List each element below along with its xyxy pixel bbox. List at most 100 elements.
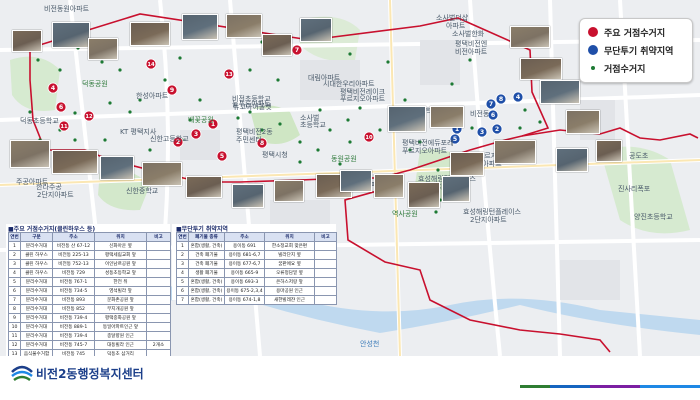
table-cell: 비전동 893	[52, 295, 95, 305]
site-photo	[232, 184, 264, 208]
table-body: 1 분리수거대 비전동 산 67-12 신화아운 옆 2 클린 하우스 비전동 225-13…	[8, 241, 171, 368]
table-cell: 건축 폐기물	[188, 259, 225, 269]
table-cell: 오류정담밑 옆	[264, 268, 315, 278]
collection-point-dot	[348, 140, 352, 144]
collection-point-dot	[198, 98, 202, 102]
collection-point-dot	[163, 78, 167, 82]
place-label: 덕동초등학교	[20, 117, 59, 125]
place-label: 주민센터	[236, 136, 262, 144]
table-row: 12 분리수거대 비전동 745-7 대동빌라 인근 2개소	[8, 340, 171, 350]
collection-point-dot	[108, 101, 112, 105]
table-cell: 용이동 665-9	[224, 268, 265, 278]
site-photo	[450, 152, 484, 176]
table-cell: 분리수거대	[20, 241, 53, 251]
collection-point-dot	[378, 128, 382, 132]
table-row: 1 분리수거대 비전동 산 67-12 신화아운 옆	[8, 241, 171, 251]
site-photo	[186, 176, 222, 198]
emblem-icon	[11, 365, 33, 382]
site-photo	[596, 140, 622, 162]
table-cell: 2	[176, 250, 189, 260]
illegal-dumping-marker-label: 3	[480, 129, 484, 136]
site-photo	[10, 140, 50, 168]
collection-point-dot	[538, 120, 542, 124]
table-cell: 6	[8, 286, 21, 296]
major-collection-marker-label: 6	[59, 104, 63, 111]
site-photo	[262, 34, 292, 56]
table-row: 8 분리수거대 비전동 852 무지개공원 앞	[8, 304, 171, 314]
collection-point-dot	[518, 126, 522, 130]
site-photo	[226, 14, 262, 38]
collection-point-dot	[128, 110, 132, 114]
table-cell: 5	[176, 277, 189, 287]
place-label: 2단지아파트	[37, 191, 74, 199]
block	[560, 260, 620, 300]
column-header: 위치	[94, 232, 147, 242]
dumping-table-panel: ■무단투기 취약지역 연번 폐기물 종류 주소 위치 비고 1 혼합(생활, 건축) 용이동…	[172, 224, 337, 305]
collection-point-dot	[436, 168, 440, 172]
site-photo	[88, 38, 118, 60]
place-label: 비전아파트	[455, 48, 488, 56]
blue-circle-icon	[588, 45, 598, 55]
table-cell: 비전동 745-7	[52, 340, 95, 350]
table-cell: 11	[8, 331, 21, 341]
table-cell: 무지개공원 앞	[94, 304, 147, 314]
place-label: 뉴코아아울렛	[233, 103, 272, 111]
illegal-dumping-marker-label: 6	[491, 112, 495, 119]
table-cell: 신화아운 옆	[94, 241, 147, 251]
table-cell: 클린 하우스	[20, 268, 53, 278]
table-cell: 비전동 729	[52, 268, 95, 278]
collection-point-dot	[276, 78, 280, 82]
site-photo	[442, 176, 470, 202]
table-cell: 용이동 691	[224, 241, 265, 251]
collection-point-dot	[403, 98, 407, 102]
table-row: 7 분리수거대 비전동 893 문화촌공원 앞	[8, 295, 171, 305]
table-cell: 1	[8, 241, 21, 251]
table-row: 5 분리수거대 비전동 767-1 한전 뒤	[8, 277, 171, 287]
table-cell: 분리수거대	[20, 277, 53, 287]
table-cell: 분리수거대	[20, 313, 53, 323]
table-cell	[314, 286, 337, 296]
table-cell: 비전동 767-1	[52, 277, 95, 287]
table-cell: 분리수거대	[20, 331, 53, 341]
place-label: 한성아파트	[136, 92, 169, 100]
strip-segment	[520, 385, 550, 388]
site-photo	[408, 182, 440, 208]
table-cell	[146, 331, 171, 341]
place-label: 소사벌더샵	[436, 14, 469, 22]
table-cell	[146, 259, 171, 269]
collection-point-dot	[346, 118, 350, 122]
major-collection-marker-label: 3	[194, 131, 198, 138]
site-photo	[494, 140, 536, 164]
place-label: 비전동원아파트	[44, 5, 90, 13]
table-cell: 은하스저랑 앞	[264, 277, 315, 287]
table-cell: 비전동 889-1	[52, 322, 95, 332]
table-cell	[314, 250, 337, 260]
table-cell: 비전동 산 67-12	[52, 241, 95, 251]
major-collection-marker-label: 9	[170, 87, 174, 94]
illegal-dumping-marker-label: 7	[489, 101, 493, 108]
table-cell: 2	[8, 250, 21, 260]
place-label: 효성해링턴플레이스	[463, 208, 521, 216]
collection-point-dot	[348, 52, 352, 56]
table-body: 1 혼합(생활, 건축) 용이동 691 한소정교회 맞은편 2 건축 폐기물 용이동 68…	[176, 241, 337, 305]
legend-label: 주요 거점수거지	[604, 28, 666, 39]
table-cell: 2개소	[146, 340, 171, 350]
legend-item-major: 주요 거점수거지	[588, 25, 665, 39]
place-label: 진사리폭포	[618, 185, 651, 193]
table-row: 2 클린 하우스 비전동 225-13 평택세림교회 앞	[8, 250, 171, 260]
table-cell: 용이동 677-6,7	[224, 259, 265, 269]
place-label: 평택비전2동	[236, 128, 273, 136]
strip-segment	[640, 385, 700, 388]
column-header: 비고	[146, 232, 171, 242]
collection-point-dot	[103, 138, 107, 142]
table-cell: 비전동 739-4	[52, 313, 95, 323]
site-photo	[142, 162, 182, 186]
table-cell	[314, 241, 337, 251]
table-cell: 분리수거대	[20, 286, 53, 296]
table-cell	[146, 241, 171, 251]
map-legend: 주요 거점수거지 무단투기 취약지역 거점수거지	[579, 18, 693, 83]
collection-point-dot	[278, 122, 282, 126]
place-label: 초등학교	[300, 121, 326, 129]
column-header: 연번	[8, 232, 21, 242]
major-collection-marker-label: 10	[365, 135, 373, 141]
